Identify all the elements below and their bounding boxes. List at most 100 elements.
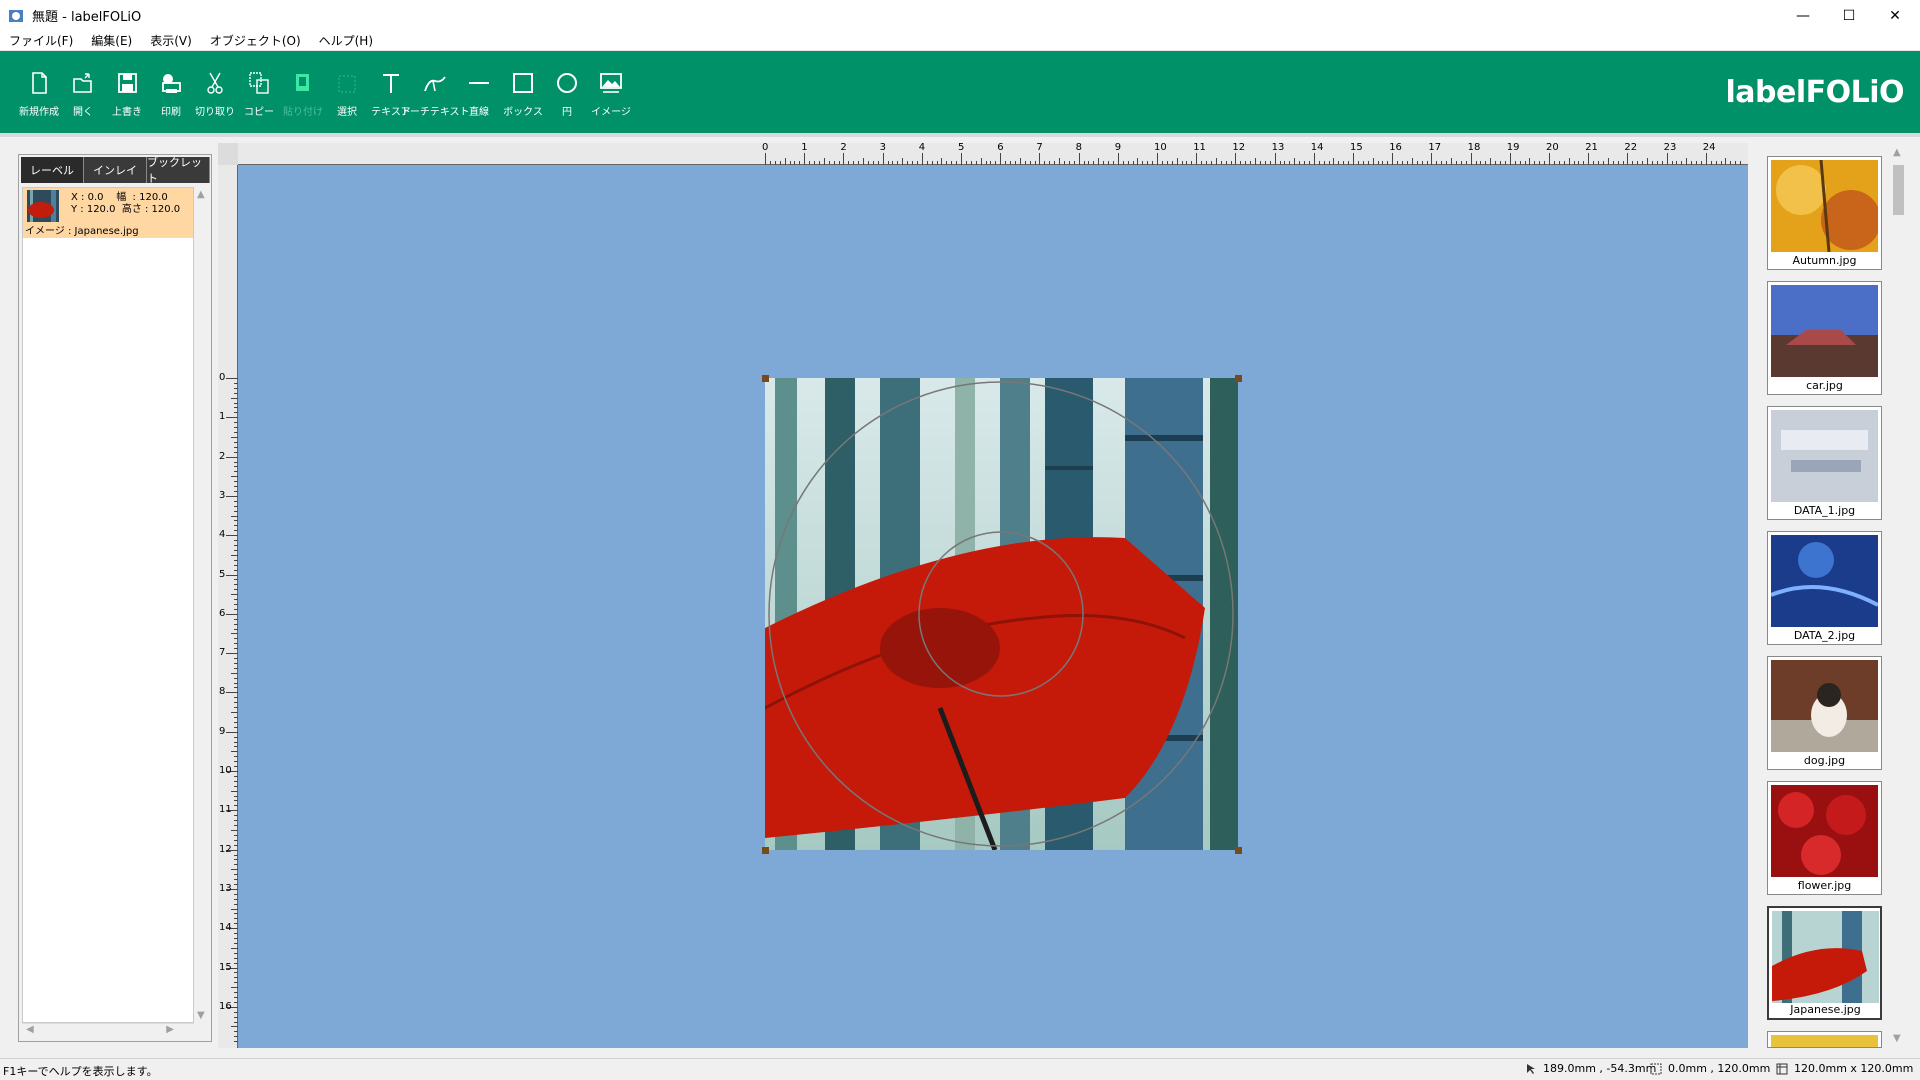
ruler-major-tick	[226, 456, 238, 458]
resize-handle-bottom-left[interactable]	[762, 847, 769, 854]
ruler-major-tick	[961, 153, 962, 165]
tool-label: 開く	[73, 107, 93, 118]
ruler-minor-tick	[231, 594, 238, 596]
ruler-label: 1	[219, 411, 226, 423]
ruler-minor-tick	[1059, 158, 1060, 165]
menu-view[interactable]: 表示(V)	[141, 31, 201, 51]
ruler-label: 12	[219, 843, 232, 855]
ruler-label: 12	[1232, 142, 1246, 153]
print-button[interactable]: 印刷	[148, 69, 194, 127]
thumbnail-data1[interactable]: DATA_1.jpg	[1767, 406, 1882, 520]
paste-button[interactable]: 貼り付け	[280, 69, 326, 127]
ruler-minor-tick	[231, 869, 238, 871]
thumbnail-flower[interactable]: flower.jpg	[1767, 781, 1882, 895]
ruler-minor-tick	[1411, 158, 1413, 165]
tool-label: コピー	[244, 107, 274, 118]
tool-label: イメージ	[591, 107, 631, 118]
scrollbar-thumb[interactable]	[1893, 165, 1904, 215]
line-button[interactable]: 直線	[456, 69, 502, 127]
placed-image-japanese[interactable]	[765, 378, 1238, 850]
layer-item[interactable]: X : 0.0 幅 : 120.0 Y : 120.0 高さ : 120.0 イ…	[23, 188, 193, 238]
ruler-major-tick	[843, 153, 845, 165]
ruler-minor-tick	[823, 158, 825, 165]
menu-edit[interactable]: 編集(E)	[82, 31, 141, 51]
ruler-minor-tick	[1686, 158, 1688, 165]
thumbnail-dog[interactable]: dog.jpg	[1767, 656, 1882, 770]
minimize-button[interactable]: —	[1780, 0, 1826, 31]
tab-label[interactable]: レーベル	[21, 157, 84, 183]
circle-button[interactable]: 円	[544, 69, 590, 127]
menu-help[interactable]: ヘルプ(H)	[310, 31, 382, 51]
close-button[interactable]: ✕	[1872, 0, 1918, 31]
ruler-minor-tick	[1255, 158, 1256, 165]
ruler-major-tick	[1000, 153, 1002, 165]
ruler-minor-tick	[231, 790, 238, 792]
tab-booklet[interactable]: ブックレット	[147, 156, 210, 185]
ruler-label: 11	[219, 804, 232, 816]
tab-inlay[interactable]: インレイ	[84, 157, 147, 183]
thumbnail-data2[interactable]: DATA_2.jpg	[1767, 531, 1882, 645]
thumbnail-partial[interactable]	[1767, 1031, 1882, 1048]
copy-button[interactable]: コピー	[236, 69, 282, 127]
thumbnail-car[interactable]: car.jpg	[1767, 281, 1882, 395]
ruler-label: 3	[879, 142, 886, 153]
ruler-major-tick	[226, 613, 238, 615]
save-button[interactable]: 上書き	[104, 69, 150, 127]
ruler-major-tick	[226, 535, 238, 537]
layer-horizontal-scrollbar[interactable]: ◀ ▶	[22, 1023, 194, 1037]
layer-list[interactable]: X : 0.0 幅 : 120.0 Y : 120.0 高さ : 120.0 イ…	[22, 187, 194, 1023]
ruler-label: 19	[1506, 142, 1520, 153]
thumbnail-japanese[interactable]: Japanese.jpg	[1767, 906, 1882, 1020]
thumbnail-caption: DATA_1.jpg	[1793, 504, 1856, 517]
ruler-major-tick	[226, 378, 238, 379]
select-button[interactable]: 選択	[324, 69, 370, 127]
scroll-up-icon[interactable]: ▲	[1893, 147, 1901, 158]
resize-handle-top-right[interactable]	[1235, 375, 1242, 382]
ruler-minor-tick	[1215, 158, 1217, 165]
ruler-major-tick	[226, 731, 238, 733]
ruler-label: 4	[918, 142, 926, 153]
ruler-label: 8	[1075, 142, 1082, 153]
text-icon	[383, 74, 399, 93]
new-file-button[interactable]: 新規作成	[16, 69, 62, 127]
layer-vertical-scrollbar[interactable]: ▲ ▼	[194, 187, 208, 1023]
tool-label: 選択	[337, 107, 357, 118]
object-position: 0.0mm , 120.0mm	[1668, 1062, 1771, 1075]
new-file-icon	[32, 72, 47, 94]
ruler-major-tick	[1353, 153, 1354, 165]
arch-text-button[interactable]: アーチテキスト	[400, 69, 470, 127]
tool-label: 円	[562, 107, 572, 118]
library-scrollbar[interactable]: ▲ ▼	[1890, 143, 1907, 1048]
ruler-major-tick	[1431, 153, 1433, 165]
menu-object[interactable]: オブジェクト(O)	[201, 31, 310, 51]
thumbnail-autumn[interactable]: Autumn.jpg	[1767, 156, 1882, 270]
data1-thumbnail-image	[1771, 410, 1878, 502]
scroll-down-icon[interactable]: ▼	[1893, 1033, 1901, 1044]
ruler-label: 3	[219, 489, 226, 501]
box-button[interactable]: ボックス	[500, 69, 546, 127]
ruler-major-tick	[1588, 153, 1590, 165]
ruler-major-tick	[226, 495, 238, 497]
image-button[interactable]: イメージ	[588, 69, 634, 127]
size-icon	[1776, 1063, 1788, 1074]
ruler-minor-tick	[1490, 158, 1492, 165]
position-icon	[1650, 1063, 1662, 1074]
resize-handle-top-left[interactable]	[762, 375, 769, 382]
menu-file[interactable]: ファイル(F)	[0, 31, 82, 51]
ruler-minor-tick	[902, 158, 904, 165]
scroll-left-icon[interactable]: ◀	[26, 1024, 34, 1035]
tool-label: 直線	[469, 107, 489, 118]
ruler-minor-tick	[1176, 158, 1178, 165]
ruler-minor-tick	[1725, 158, 1727, 165]
ruler-major-tick	[1392, 153, 1394, 165]
ruler-label: 15	[219, 961, 232, 973]
cut-button[interactable]: 切り取り	[192, 69, 238, 127]
text-button[interactable]: テキスト	[368, 69, 414, 127]
resize-handle-bottom-right[interactable]	[1235, 847, 1242, 854]
open-button[interactable]: 開く	[60, 69, 106, 127]
scroll-right-icon[interactable]: ▶	[166, 1024, 174, 1035]
scroll-up-icon[interactable]: ▲	[197, 189, 205, 200]
scroll-down-icon[interactable]: ▼	[197, 1010, 205, 1021]
arch-text-icon	[424, 76, 446, 92]
maximize-button[interactable]: ☐	[1826, 0, 1872, 31]
